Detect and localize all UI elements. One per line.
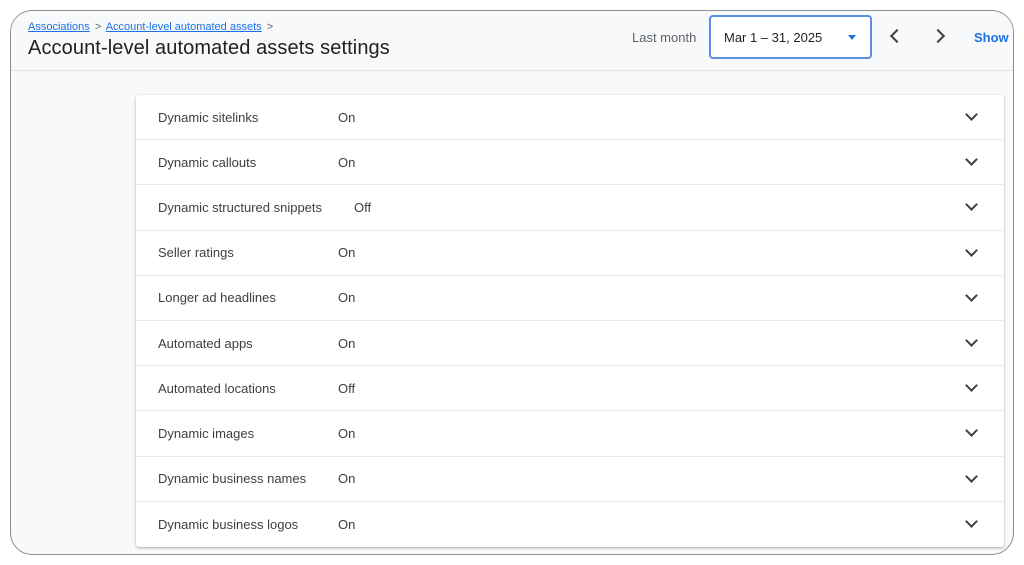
setting-status: On [338,154,356,170]
breadcrumb-separator: > [94,21,102,33]
setting-status: On [338,290,356,306]
date-range-picker[interactable]: Mar 1 – 31, 2025 [709,15,872,59]
chevron-left-icon [889,28,905,44]
expand-chevron-icon[interactable] [964,288,978,305]
breadcrumb-link-associations[interactable]: Associations [28,21,90,33]
show-button[interactable]: Show l [974,30,1013,45]
expand-chevron-icon[interactable] [964,469,978,486]
page-header: Associations > Account-level automated a… [11,11,1013,71]
breadcrumb: Associations > Account-level automated a… [28,21,275,33]
setting-label: Automated locations [158,380,276,396]
expand-chevron-icon[interactable] [964,153,978,169]
setting-row-dynamic-structured-snippets[interactable]: Dynamic structured snippets Off [136,185,1004,231]
setting-label: Dynamic images [158,425,255,441]
setting-status: On [338,471,356,487]
setting-label: Dynamic structured snippets [158,199,323,215]
setting-status: On [338,425,356,441]
setting-label: Dynamic sitelinks [158,109,259,125]
setting-label: Automated apps [158,335,253,351]
setting-row-longer-ad-headlines[interactable]: Longer ad headlines On [136,276,1004,321]
setting-row-automated-apps[interactable]: Automated apps On [136,321,1004,367]
expand-chevron-icon[interactable] [964,424,978,440]
setting-status: On [338,245,356,261]
setting-row-seller-ratings[interactable]: Seller ratings On [136,231,1004,276]
setting-label: Longer ad headlines [158,290,276,306]
breadcrumb-separator: > [266,21,274,33]
breadcrumb-link-automated-assets[interactable]: Account-level automated assets [106,21,262,33]
previous-period-button[interactable] [882,23,908,49]
app-window: Associations > Account-level automated a… [10,10,1014,555]
expand-chevron-icon[interactable] [964,108,978,124]
date-range-value: Mar 1 – 31, 2025 [724,29,823,45]
setting-row-dynamic-images[interactable]: Dynamic images On [136,411,1004,457]
expand-chevron-icon[interactable] [964,243,978,260]
setting-status: On [338,335,356,351]
chevron-right-icon [930,28,946,44]
expand-chevron-icon[interactable] [964,198,978,214]
setting-label: Seller ratings [158,245,234,261]
setting-status: Off [338,380,356,396]
expand-chevron-icon[interactable] [964,514,978,531]
setting-label: Dynamic business names [158,471,307,487]
setting-row-automated-locations[interactable]: Automated locations Off [136,366,1004,412]
page-title: Account-level automated assets settings [28,37,390,59]
setting-row-dynamic-business-logos[interactable]: Dynamic business logos On [136,502,1004,547]
settings-list: Dynamic sitelinks On Dynamic callouts On… [136,95,1004,547]
setting-status: Off [354,199,372,215]
setting-row-dynamic-business-names[interactable]: Dynamic business names On [136,457,1004,502]
setting-status: On [338,109,356,125]
setting-row-dynamic-callouts[interactable]: Dynamic callouts On [136,140,1004,186]
setting-label: Dynamic business logos [158,516,299,532]
expand-chevron-icon[interactable] [964,334,978,350]
setting-label: Dynamic callouts [158,154,257,170]
expand-chevron-icon[interactable] [964,379,978,395]
date-range-label: Last month [632,30,697,45]
next-period-button[interactable] [927,23,953,49]
setting-status: On [338,516,356,532]
setting-row-dynamic-sitelinks[interactable]: Dynamic sitelinks On [136,95,1004,141]
dropdown-caret-icon [848,35,856,40]
